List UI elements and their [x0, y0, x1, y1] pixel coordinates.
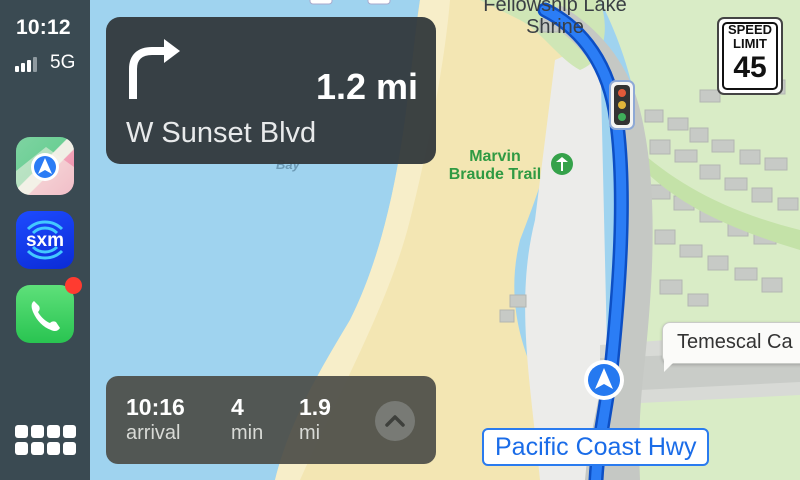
expand-trip-button[interactable]	[375, 401, 415, 441]
status-time: 10:12	[16, 16, 71, 39]
trip-distance: 1.9 mi	[299, 394, 331, 445]
road-callout-tail	[664, 360, 676, 372]
carplay-sidebar: 10:12 5G sxm	[0, 0, 90, 480]
position-arrow-icon	[584, 360, 624, 400]
arrival-value: 10:16	[126, 394, 185, 420]
sxm-label: sxm	[26, 230, 64, 251]
current-road-label: Pacific Coast Hwy	[482, 428, 710, 466]
place-label-trail[interactable]: Marvin Braude Trail	[430, 148, 560, 184]
sxm-icon: sxm	[26, 220, 64, 260]
arrival-label: arrival	[126, 422, 181, 444]
maps-icon	[16, 147, 74, 195]
trip-duration: 4 min	[231, 394, 263, 445]
maneuver-distance: 1.2 mi	[315, 66, 418, 107]
distance-label: mi	[299, 422, 321, 444]
trip-summary-card[interactable]: 10:16 arrival 4 min 1.9 mi	[106, 376, 436, 464]
siriusxm-app-button[interactable]: sxm	[16, 211, 74, 269]
traffic-light-icon	[609, 80, 635, 130]
signal-strength-icon	[15, 54, 37, 72]
road-callout-text: Temescal Ca	[677, 331, 793, 353]
turn-right-icon	[129, 39, 180, 99]
speed-limit-sign: SPEED LIMIT 45	[717, 17, 783, 95]
duration-value: 4	[231, 394, 244, 420]
trip-arrival: 10:16 arrival	[126, 394, 185, 445]
distance-value: 1.9	[299, 394, 331, 420]
phone-app-button[interactable]	[16, 277, 82, 343]
app-grid-icon[interactable]	[15, 425, 77, 457]
network-type: 5G	[50, 52, 76, 73]
road-callout[interactable]: Temescal Ca	[662, 322, 800, 364]
duration-label: min	[231, 422, 264, 444]
place-label-shrine[interactable]: Fellowship Lake Shrine	[440, 0, 670, 38]
chevron-up-icon	[385, 415, 405, 427]
phone-icon	[31, 301, 60, 332]
speed-limit-border	[722, 22, 778, 90]
maneuver-street: W Sunset Blvd	[126, 117, 317, 149]
maneuver-card[interactable]: 1.2 mi W Sunset Blvd	[106, 17, 436, 164]
maps-app-button[interactable]	[16, 137, 74, 195]
current-road-text: Pacific Coast Hwy	[495, 433, 697, 461]
notification-badge	[65, 277, 82, 294]
